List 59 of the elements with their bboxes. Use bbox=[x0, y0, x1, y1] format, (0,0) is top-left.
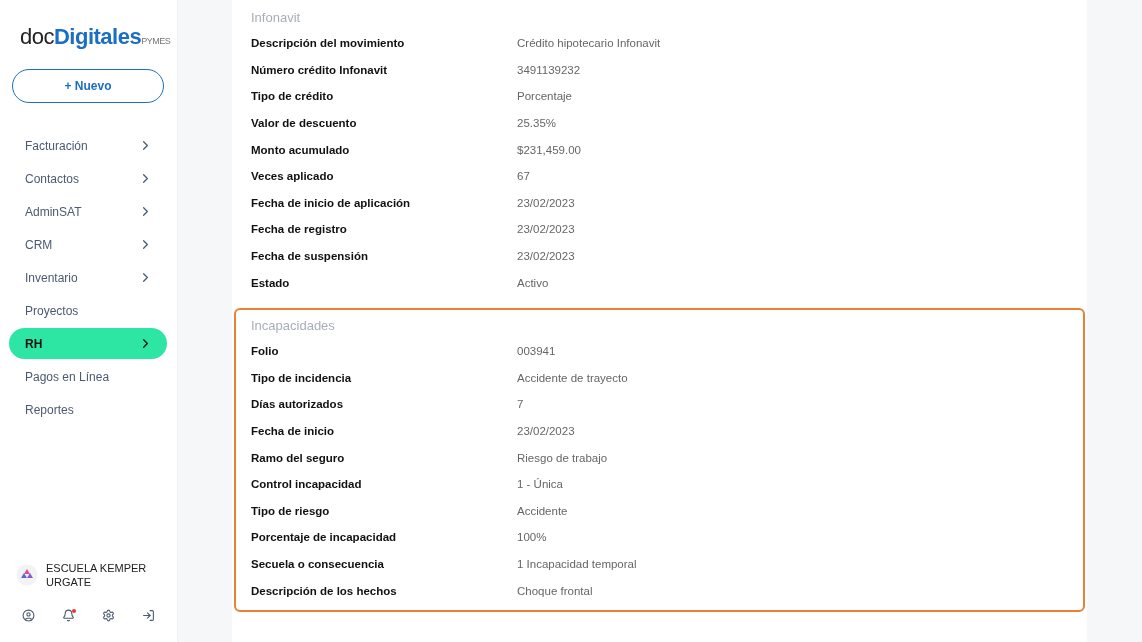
sidebar-item[interactable]: Contactos bbox=[9, 163, 167, 194]
field-value: 23/02/2023 bbox=[517, 425, 576, 437]
field-label: Tipo de crédito bbox=[251, 90, 335, 103]
sidebar-item[interactable]: Pagos en Línea bbox=[9, 361, 167, 392]
field-label: Fecha de registro bbox=[251, 223, 348, 236]
field-label: Días autorizados bbox=[251, 398, 345, 411]
logo: docDigitalesPYMES bbox=[19, 23, 172, 51]
field-label: Fecha de suspensión bbox=[251, 250, 369, 263]
field-value: Crédito hipotecario Infonavit bbox=[517, 37, 662, 50]
field-value: Accidente bbox=[517, 504, 569, 517]
sidebar-item[interactable]: Proyectos bbox=[9, 295, 167, 326]
field-label: Secuela o consecuencia bbox=[251, 558, 385, 570]
field-value: 003941 bbox=[517, 345, 557, 358]
field-value: 67 bbox=[517, 170, 531, 183]
field-value: 100% bbox=[517, 531, 548, 544]
section-title: Incapacidades bbox=[251, 317, 336, 335]
field-value: 3491139232 bbox=[517, 63, 582, 76]
field-label: Tipo de incidencia bbox=[251, 371, 353, 384]
sidebar-item[interactable]: Reportes bbox=[9, 394, 167, 425]
avatar-icon bbox=[16, 564, 38, 586]
field-value: 23/02/2023 bbox=[517, 250, 576, 263]
new-button[interactable]: + Nuevo bbox=[12, 69, 164, 103]
field-value: 23/02/2023 bbox=[517, 196, 576, 209]
field-label: Fecha de inicio de aplicación bbox=[251, 196, 412, 209]
settings-icon[interactable] bbox=[102, 609, 115, 622]
field-label: Fecha de inicio bbox=[251, 425, 336, 437]
field-value: 7 bbox=[517, 398, 525, 411]
field-label: Porcentaje de incapacidad bbox=[251, 531, 398, 544]
field-value: 25.35% bbox=[517, 117, 557, 130]
field-label: Veces aplicado bbox=[251, 170, 335, 183]
sidebar-item[interactable]: AdminSAT bbox=[9, 196, 167, 227]
field-label: Monto acumulado bbox=[251, 143, 351, 156]
field-label: Valor de descuento bbox=[251, 117, 358, 130]
field-label: Folio bbox=[251, 345, 280, 358]
logout-icon[interactable] bbox=[142, 609, 155, 622]
field-value: Riesgo de trabajo bbox=[517, 451, 609, 464]
field-value: Choque frontal bbox=[517, 584, 594, 597]
field-value: Accidente de trayecto bbox=[517, 371, 629, 384]
field-label: Tipo de riesgo bbox=[251, 504, 331, 517]
field-value: 23/02/2023 bbox=[517, 223, 576, 236]
field-label: Descripción de los hechos bbox=[251, 584, 398, 597]
field-value: 1 Incapacidad temporal bbox=[517, 558, 638, 570]
sidebar-item[interactable]: Facturación bbox=[9, 130, 167, 161]
field-value: Activo bbox=[517, 276, 550, 289]
sidebar-item[interactable]: Inventario bbox=[9, 262, 167, 293]
field-label: Estado bbox=[251, 276, 291, 289]
field-value: $231,459.00 bbox=[517, 143, 582, 156]
field-label: Número crédito Infonavit bbox=[251, 63, 389, 76]
account-name: ESCUELA KEMPER URGATE bbox=[46, 561, 148, 589]
field-value: Porcentaje bbox=[517, 90, 573, 103]
field-label: Descripción del movimiento bbox=[251, 37, 406, 50]
field-label: Control incapacidad bbox=[251, 478, 363, 491]
user-icon[interactable] bbox=[22, 609, 35, 622]
section-title: Infonavit bbox=[251, 10, 302, 27]
field-label: Ramo del seguro bbox=[251, 451, 346, 464]
bell-icon[interactable] bbox=[62, 609, 75, 622]
sidebar-item[interactable]: CRM bbox=[9, 229, 167, 260]
field-value: 1 - Única bbox=[517, 478, 565, 491]
sidebar-item[interactable]: RH bbox=[9, 328, 167, 359]
